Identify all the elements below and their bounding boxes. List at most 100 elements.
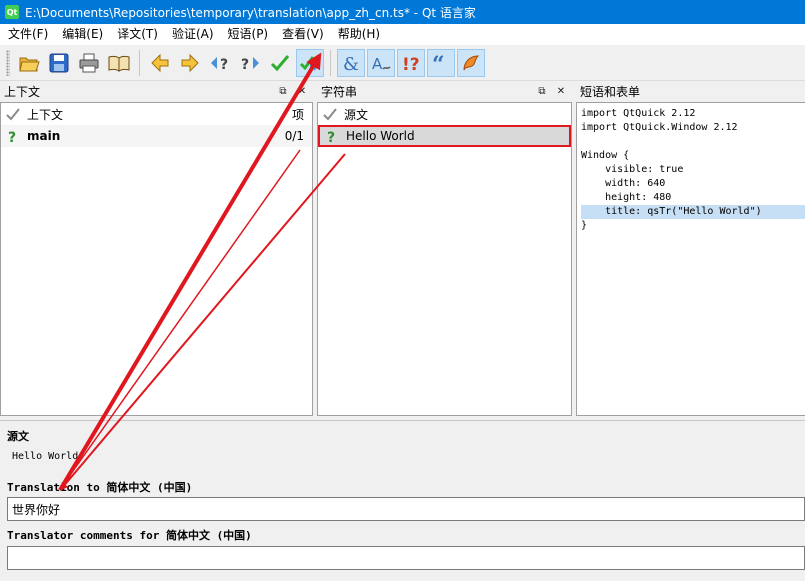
translation-label: Translation to 简体中文 (中国) (7, 481, 193, 494)
context-header-count: 项 (291, 107, 304, 122)
svg-text:?: ? (8, 130, 16, 143)
menu-help[interactable]: 帮助(H) (330, 24, 386, 45)
save-icon (49, 53, 69, 72)
done-button[interactable] (266, 49, 294, 77)
close-icon[interactable]: ✕ (294, 84, 310, 100)
phrase-check-icon: !? (402, 55, 420, 74)
svg-text:A: A (372, 55, 383, 73)
close-icon[interactable]: ✕ (553, 84, 569, 100)
toolbar-grip[interactable] (6, 49, 10, 76)
menu-phrases[interactable]: 短语(P) (220, 24, 275, 45)
length-check-button[interactable] (457, 48, 485, 77)
source-text-value: Hello World (12, 451, 79, 462)
float-icon[interactable]: ⧉ (275, 84, 291, 100)
code-line: Window { (581, 150, 630, 161)
translator-comments-input[interactable] (7, 546, 805, 570)
context-count: 0/1 (284, 129, 304, 143)
toolbar: ? ? & A !? “ (0, 45, 805, 81)
strings-column-header[interactable]: 源文 (318, 103, 571, 125)
svg-text:?: ? (327, 130, 335, 143)
window-title: E:\Documents\Repositories\temporary\tran… (25, 5, 476, 20)
source-text-label: 源文 (7, 430, 29, 443)
context-column-header[interactable]: 上下文 项 (1, 103, 312, 125)
context-panel: 上下文 ⧉ ✕ 上下文 项 ? main 0/1 (0, 82, 313, 416)
svg-text:!?: !? (402, 55, 420, 74)
menu-edit[interactable]: 编辑(E) (54, 24, 109, 45)
svg-text:?: ? (241, 57, 249, 73)
context-name: main (27, 129, 61, 143)
source-code-view[interactable]: import QtQuick 2.12 import QtQuick.Window… (576, 102, 805, 416)
context-row[interactable]: ? main 0/1 (1, 125, 312, 147)
code-line: import QtQuick 2.12 (581, 108, 696, 119)
code-line: height: 480 (581, 192, 672, 203)
phrases-panel-header: 短语和表单 (576, 82, 805, 101)
svg-text:?: ? (220, 57, 228, 73)
toolbar-separator (330, 49, 331, 76)
float-icon[interactable]: ⧉ (534, 84, 550, 100)
save-button[interactable] (45, 49, 73, 77)
phrases-panel: 短语和表单 import QtQuick 2.12 import QtQuick.… (576, 82, 805, 416)
accelerator-check-button[interactable]: & (337, 48, 365, 77)
strings-panel-title: 字符串 (321, 85, 358, 99)
open-button[interactable] (15, 49, 43, 77)
translation-editor: 源文 Hello World Translation to 简体中文 (中国) … (0, 420, 805, 581)
svg-text:&: & (343, 54, 359, 74)
context-header-label: 上下文 (27, 107, 64, 122)
placemarker-check-button[interactable]: “ (427, 48, 455, 77)
length-check-icon (463, 54, 480, 70)
next-unfinished-button[interactable]: ? (236, 49, 264, 77)
menu-translation[interactable]: 译文(T) (109, 24, 164, 45)
code-line: visible: true (581, 164, 684, 175)
phrasebook-icon (108, 55, 130, 72)
prev-icon (151, 53, 169, 72)
strings-panel-header: 字符串 ⧉ ✕ (317, 82, 572, 101)
phrasebook-button[interactable] (105, 49, 133, 77)
string-source-text: Hello World (346, 129, 415, 143)
punctuation-check-icon: A (372, 55, 391, 73)
source-code: import QtQuick 2.12 import QtQuick.Window… (577, 103, 805, 233)
done-and-next-button[interactable] (296, 48, 324, 77)
accelerator-check-icon: & (343, 54, 359, 74)
menu-file[interactable]: 文件(F) (0, 24, 54, 45)
string-row[interactable]: ? Hello World (318, 125, 571, 147)
menu-view[interactable]: 查看(V) (274, 24, 330, 45)
qt-app-icon: Qt (5, 5, 19, 19)
prev-button[interactable] (146, 49, 174, 77)
translation-input[interactable]: 世界你好 (7, 497, 805, 521)
phrases-panel-title: 短语和表单 (580, 85, 641, 99)
menu-bar: 文件(F) 编辑(E) 译文(T) 验证(A) 短语(P) 查看(V) 帮助(H… (0, 24, 805, 45)
qt-linguist-window: Qt E:\Documents\Repositories\temporary\t… (0, 0, 805, 581)
phrase-check-button[interactable]: !? (397, 48, 425, 77)
print-button[interactable] (75, 49, 103, 77)
print-icon (79, 53, 99, 72)
code-line: import QtQuick.Window 2.12 (581, 122, 738, 133)
unfinished-icon: ? (5, 128, 21, 144)
strings-list: 源文 ? Hello World (317, 102, 572, 416)
svg-text:“: “ (432, 52, 445, 74)
prev-unfinished-button[interactable]: ? (206, 49, 234, 77)
translator-comments-label: Translator comments for 简体中文 (中国) (7, 529, 252, 542)
toolbar-separator (139, 49, 140, 76)
prev-unfinished-icon: ? (211, 56, 228, 73)
menu-validation[interactable]: 验证(A) (164, 24, 220, 45)
code-line: } (581, 220, 588, 231)
context-panel-header: 上下文 ⧉ ✕ (0, 82, 313, 101)
code-line: width: 640 (581, 178, 666, 189)
placemarker-check-icon: “ (432, 52, 445, 74)
open-icon (19, 57, 40, 71)
strings-header-label: 源文 (344, 107, 369, 122)
unfinished-icon: ? (324, 128, 340, 144)
next-icon (181, 53, 199, 72)
title-bar: Qt E:\Documents\Repositories\temporary\t… (0, 0, 805, 24)
next-button[interactable] (176, 49, 204, 77)
code-line: title: qsTr("Hello World") (581, 205, 805, 219)
strings-panel: 字符串 ⧉ ✕ 源文 ? Hello World (317, 82, 572, 416)
check-header-icon (322, 106, 338, 122)
context-list: 上下文 项 ? main 0/1 (0, 102, 313, 416)
context-panel-title: 上下文 (4, 85, 41, 99)
done-icon (270, 54, 290, 71)
punctuation-check-button[interactable]: A (367, 48, 395, 77)
check-header-icon (5, 106, 21, 122)
next-unfinished-icon: ? (241, 56, 259, 73)
